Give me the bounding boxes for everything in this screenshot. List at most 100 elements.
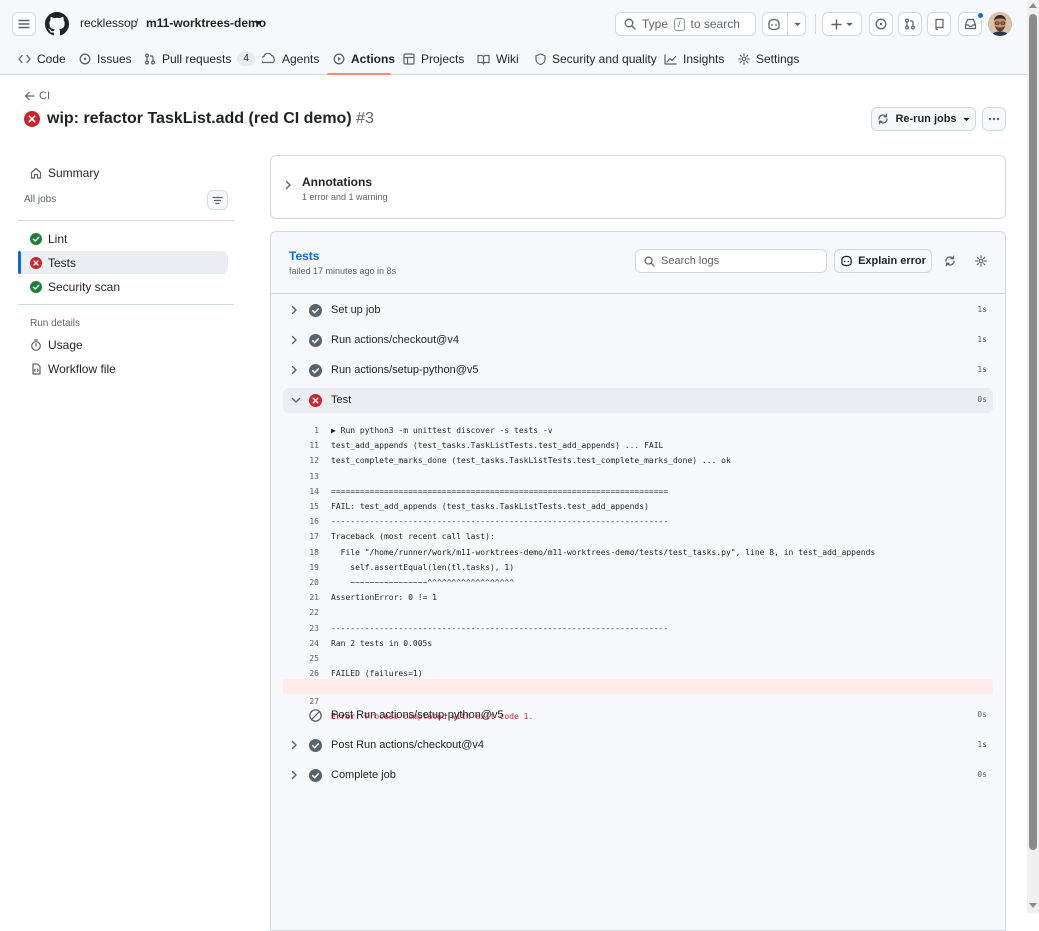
filter-icon bbox=[212, 196, 223, 204]
job-name-link[interactable]: Tests bbox=[289, 249, 319, 263]
log-line-text: File "/home/runner/work/m11-worktrees-de… bbox=[331, 547, 876, 557]
log-line[interactable]: 16 --------------------------------------… bbox=[283, 514, 993, 529]
sidebar-item-label: Workflow file bbox=[48, 361, 116, 376]
step-complete-job[interactable]: Complete job 0s bbox=[283, 763, 993, 788]
search-icon bbox=[644, 256, 655, 267]
github-logo-icon[interactable] bbox=[45, 12, 69, 36]
log-line[interactable]: 1 ▶ Run python3 -m unittest discover -s t… bbox=[283, 423, 993, 438]
step-name: Run actions/checkout@v4 bbox=[331, 334, 459, 346]
step-test[interactable]: Test 0s bbox=[283, 388, 993, 413]
log-line[interactable]: 17 Traceback (most recent call last): bbox=[283, 529, 993, 544]
tab-agents[interactable]: Agents bbox=[262, 49, 319, 69]
tab-wiki[interactable]: Wiki bbox=[477, 49, 519, 69]
tab-issues-label: Issues bbox=[97, 52, 132, 66]
gear-icon bbox=[975, 255, 987, 267]
chevron-right-icon bbox=[291, 740, 297, 750]
search-hint-pre: Type bbox=[642, 17, 669, 31]
tab-wiki-label: Wiki bbox=[496, 52, 519, 66]
step-name: Set up job bbox=[331, 304, 381, 316]
log-line-number: 22 bbox=[309, 608, 319, 618]
log-line[interactable]: 13 bbox=[283, 469, 993, 484]
log-line-text: AssertionError: 0 != 1 bbox=[331, 593, 437, 603]
search-logs-input[interactable]: Search logs bbox=[635, 249, 827, 273]
log-line-number: 14 bbox=[309, 486, 319, 496]
notification-indicator bbox=[977, 12, 984, 19]
all-jobs-heading: All jobs bbox=[24, 194, 57, 205]
pull-requests-count-badge: 4 bbox=[237, 52, 255, 66]
tab-pull-requests[interactable]: Pull requests 4 bbox=[144, 49, 255, 69]
search-shortcut-key: / bbox=[674, 17, 685, 31]
tab-issues[interactable]: Issues bbox=[79, 49, 132, 69]
rerun-jobs-button[interactable]: Re-run jobs bbox=[871, 107, 976, 131]
log-line-text: ----------------------------------------… bbox=[331, 623, 669, 633]
breadcrumb-owner[interactable]: recklessop bbox=[80, 16, 137, 30]
sidebar-item-security-scan[interactable]: Security scan bbox=[18, 275, 228, 298]
log-line[interactable]: 12 test_complete_marks_done (test_tasks.T… bbox=[283, 453, 993, 468]
step-checkout[interactable]: Run actions/checkout@v4 1s bbox=[283, 328, 993, 353]
step-post-checkout[interactable]: Post Run actions/checkout@v4 1s bbox=[283, 733, 993, 758]
avatar[interactable] bbox=[988, 12, 1012, 36]
scroll-down-arrow-icon[interactable] bbox=[1029, 903, 1037, 908]
repositories-shortcut-button[interactable] bbox=[927, 12, 951, 36]
log-line[interactable]: 18 File "/home/runner/work/m11-worktrees… bbox=[283, 545, 993, 560]
search-logs-placeholder: Search logs bbox=[661, 255, 720, 267]
refresh-logs-button[interactable] bbox=[940, 251, 960, 271]
log-settings-button[interactable] bbox=[971, 251, 991, 271]
step-post-setup-python[interactable]: Post Run actions/setup-python@v5 0s bbox=[283, 703, 993, 728]
pull-requests-shortcut-button[interactable] bbox=[898, 12, 922, 36]
global-bar: recklessop / m11-worktrees-demo Type / t… bbox=[0, 0, 1027, 44]
plus-icon bbox=[831, 18, 842, 30]
log-line[interactable]: 15 FAIL: test_add_appends (test_tasks.Tas… bbox=[283, 499, 993, 514]
log-line[interactable]: 24 Ran 2 tests in 0.005s bbox=[283, 636, 993, 651]
sidebar-item-tests[interactable]: Tests bbox=[18, 251, 228, 274]
tab-security[interactable]: Security and quality bbox=[535, 49, 657, 69]
back-to-workflow-link[interactable]: CI bbox=[24, 90, 50, 102]
log-line[interactable]: 23 --------------------------------------… bbox=[283, 621, 993, 636]
chevron-down-icon[interactable] bbox=[254, 20, 262, 26]
tab-projects[interactable]: Projects bbox=[403, 49, 464, 69]
sidebar-item-workflow-file[interactable]: Workflow file bbox=[18, 357, 228, 380]
copilot-button[interactable] bbox=[762, 12, 806, 36]
tab-insights[interactable]: Insights bbox=[664, 49, 724, 69]
scrollbar-thumb[interactable] bbox=[1029, 14, 1037, 850]
issues-shortcut-button[interactable] bbox=[869, 12, 893, 36]
log-line-number: 12 bbox=[309, 456, 319, 466]
log-line[interactable]: 25 bbox=[283, 651, 993, 666]
annotations-panel[interactable]: Annotations 1 error and 1 warning bbox=[270, 155, 1006, 219]
log-line[interactable]: 21 AssertionError: 0 != 1 bbox=[283, 590, 993, 605]
sidebar-item-usage[interactable]: Usage bbox=[18, 333, 228, 356]
log-line[interactable]: 11 test_add_appends (test_tasks.TaskListT… bbox=[283, 438, 993, 453]
log-line[interactable]: 20 ~~~~~~~~~~~~~~~~^^^^^^^^^^^^^^^^^^ bbox=[283, 575, 993, 590]
chevron-down-icon bbox=[291, 397, 301, 403]
log-line-text: ▶ Run python3 -m unittest discover -s te… bbox=[331, 426, 553, 435]
tab-code[interactable]: Code bbox=[18, 49, 66, 69]
chevron-right-icon bbox=[285, 180, 291, 190]
step-name: Complete job bbox=[331, 769, 396, 781]
menu-button[interactable] bbox=[12, 12, 36, 36]
step-duration: 1s bbox=[977, 335, 987, 344]
play-icon bbox=[333, 53, 345, 65]
user-avatar-icon bbox=[988, 12, 1012, 36]
tab-actions[interactable]: Actions bbox=[333, 49, 395, 69]
sidebar-item-lint[interactable]: Lint bbox=[18, 227, 228, 250]
log-line-error[interactable]: 27 Error: Process completed with exit co… bbox=[283, 679, 993, 721]
log-line[interactable]: 14 ======================================… bbox=[283, 484, 993, 499]
step-set-up-job[interactable]: Set up job 1s bbox=[283, 298, 993, 323]
log-line-text: ========================================… bbox=[331, 486, 669, 496]
filter-jobs-button[interactable] bbox=[207, 190, 228, 210]
chevron-down-icon bbox=[794, 22, 801, 26]
more-options-button[interactable] bbox=[982, 107, 1006, 131]
log-line-number: 15 bbox=[309, 502, 319, 511]
scroll-up-arrow-icon[interactable] bbox=[1029, 3, 1037, 8]
create-new-button[interactable] bbox=[822, 12, 862, 36]
sidebar-item-summary[interactable]: Summary bbox=[18, 161, 228, 184]
step-setup-python[interactable]: Run actions/setup-python@v5 1s bbox=[283, 358, 993, 383]
log-line-number: 17 bbox=[309, 532, 319, 542]
explain-error-button[interactable]: Explain error bbox=[834, 249, 932, 273]
breadcrumb-repo[interactable]: m11-worktrees-demo bbox=[146, 16, 266, 30]
tab-settings[interactable]: Settings bbox=[738, 49, 799, 69]
page-title: wip: refactor TaskList.add (red CI demo)… bbox=[47, 110, 374, 128]
log-line[interactable]: 19 self.assertEqual(len(tl.tasks), 1) bbox=[283, 560, 993, 575]
global-search-input[interactable]: Type / to search bbox=[615, 12, 756, 36]
log-line[interactable]: 22 bbox=[283, 605, 993, 620]
